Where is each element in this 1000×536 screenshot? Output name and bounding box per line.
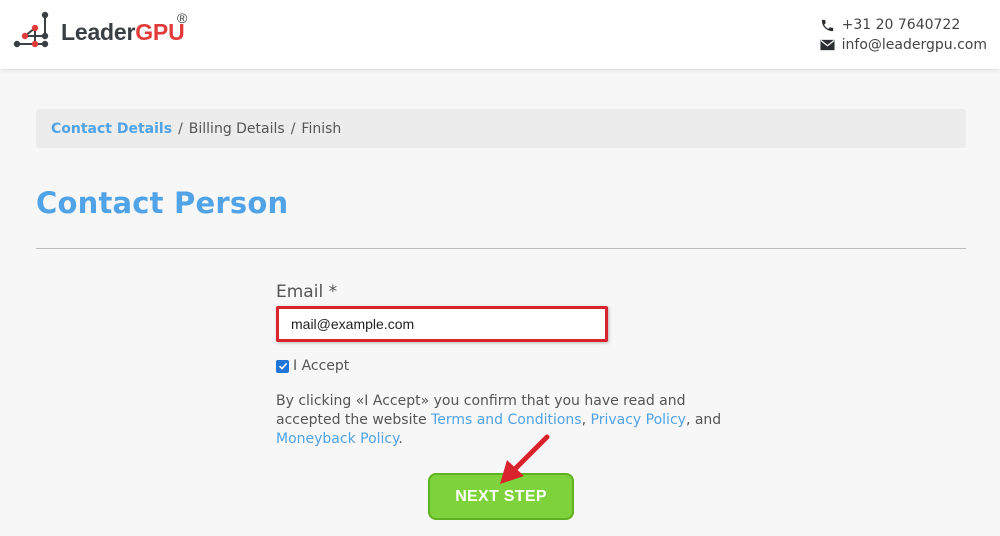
breadcrumb: Contact Details / Billing Details / Fini…	[36, 109, 966, 148]
contact-email: info@leadergpu.com	[841, 37, 987, 53]
terms-and-conditions-link[interactable]: Terms and Conditions	[431, 412, 582, 428]
breadcrumb-billing-details: Billing Details	[188, 120, 285, 137]
email-input[interactable]	[279, 309, 605, 339]
email-label: Email *	[276, 282, 338, 302]
page-title: Contact Person	[36, 186, 289, 220]
logo-text: LeaderGPU	[61, 18, 185, 46]
email-field-highlight	[276, 306, 608, 342]
terms-comma: ,	[581, 412, 591, 428]
phone-row[interactable]: +31 20 7640722	[820, 15, 987, 35]
contact-info: +31 20 7640722 info@leadergpu.com	[820, 15, 987, 55]
breadcrumb-finish: Finish	[301, 120, 342, 137]
registered-mark: ®	[177, 10, 188, 26]
phone-number: +31 20 7640722	[841, 17, 961, 33]
logo-network-icon	[13, 11, 49, 48]
accept-label[interactable]: I Accept	[293, 358, 349, 374]
site-header: LeaderGPU ® +31 20 7640722 info@leadergp…	[0, 0, 1000, 69]
breadcrumb-contact-details[interactable]: Contact Details	[51, 121, 172, 137]
phone-icon	[820, 18, 836, 32]
logo[interactable]: LeaderGPU ®	[13, 10, 188, 50]
accept-row: I Accept	[276, 358, 349, 374]
accept-checkbox[interactable]	[276, 359, 289, 373]
email-row[interactable]: info@leadergpu.com	[820, 35, 987, 55]
terms-suffix: .	[398, 431, 403, 447]
breadcrumb-separator: /	[290, 120, 296, 137]
moneyback-policy-link[interactable]: Moneyback Policy	[276, 431, 398, 447]
envelope-icon	[820, 38, 836, 52]
breadcrumb-separator: /	[178, 120, 183, 137]
annotation-arrow-icon	[500, 434, 550, 484]
section-divider	[36, 248, 966, 249]
logo-text-leader: Leader	[61, 18, 136, 45]
checkmark-icon	[278, 362, 287, 370]
terms-and: , and	[685, 412, 722, 428]
privacy-policy-link[interactable]: Privacy Policy	[591, 412, 686, 428]
contact-form: Email * I Accept By clicking «I Accept» …	[276, 282, 736, 447]
